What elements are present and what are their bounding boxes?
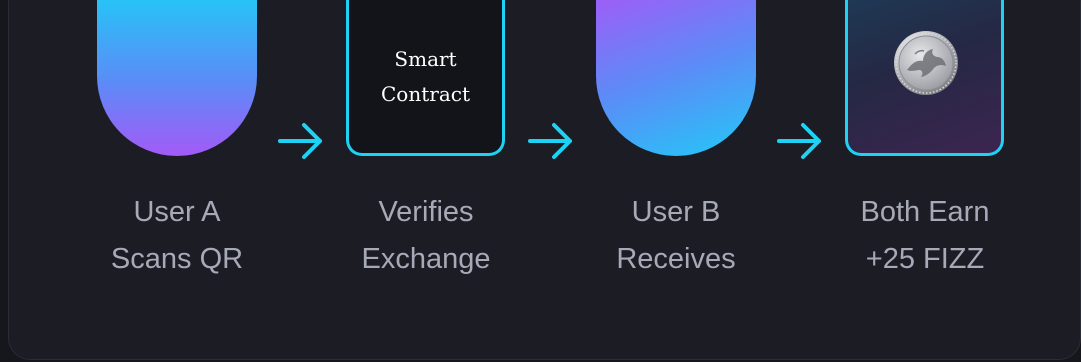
fizz-coin-icon bbox=[894, 31, 958, 95]
reward-label-line-2: +25 FIZZ bbox=[865, 243, 985, 275]
reward-label-line-1: Both Earn bbox=[860, 196, 990, 228]
arrow-right-icon bbox=[528, 123, 572, 159]
smart-contract-line-2: Contract bbox=[381, 82, 470, 106]
user-a-label-line-1: User A bbox=[133, 196, 221, 228]
smart-contract-label-line-1: Verifies bbox=[378, 196, 474, 228]
smart-contract-text: Smart Contract bbox=[349, 42, 502, 112]
reward-node bbox=[845, 0, 1004, 156]
reward-label: Both Earn +25 FIZZ bbox=[805, 189, 1045, 283]
user-a-label: User A Scans QR bbox=[57, 189, 297, 283]
arrow-right-icon bbox=[278, 123, 322, 159]
smart-contract-label-line-2: Exchange bbox=[361, 243, 491, 275]
user-b-label-line-1: User B bbox=[631, 196, 721, 228]
user-a-label-line-2: Scans QR bbox=[110, 243, 244, 275]
smart-contract-node: Smart Contract bbox=[346, 0, 505, 156]
user-b-label: User B Receives bbox=[556, 189, 796, 283]
user-b-node bbox=[596, 0, 756, 156]
user-a-node bbox=[97, 0, 257, 156]
smart-contract-line-1: Smart bbox=[394, 47, 457, 71]
arrow-right-icon bbox=[777, 123, 821, 159]
user-b-label-line-2: Receives bbox=[616, 243, 736, 275]
smart-contract-label: Verifies Exchange bbox=[306, 189, 546, 283]
